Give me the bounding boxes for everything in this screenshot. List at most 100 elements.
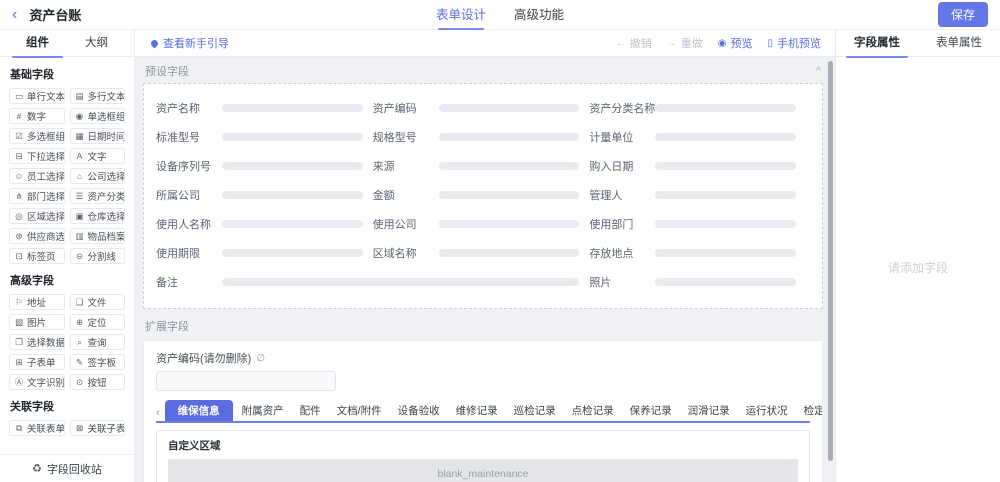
sidebar-item-radio-group[interactable]: ◉ 单选框组 <box>69 108 125 124</box>
extended-tab-1[interactable]: 附属资产 <box>235 400 291 421</box>
preview-button[interactable]: ◉ 预览 <box>718 35 753 51</box>
extended-tab-10[interactable]: 运行状况 <box>739 400 795 421</box>
sidebar-item-signature[interactable]: ✎ 签字板 <box>69 354 125 370</box>
sidebar-item-asset-category[interactable]: ☰ 资产分类 <box>69 188 125 204</box>
preset-section-header: 预设字段 ^ <box>143 61 823 83</box>
sidebar-item-single-line-text[interactable]: ▭ 单行文本 <box>9 88 65 104</box>
left-panel: 组件 大纲 基础字段 ▭ 单行文本 ▤ 多行文本 # 数字 ◉ 单选框组 ☑ 多选框组 ▦ 日期时间 ⊟ 下拉… <box>0 30 135 482</box>
preset-field[interactable]: 区域名称 <box>373 245 590 261</box>
field-placeholder-bar <box>222 132 363 141</box>
sidebar-item-subform[interactable]: ⊞ 子表单 <box>9 354 65 370</box>
asset-category-icon: ☰ <box>75 190 84 201</box>
extended-tab-8[interactable]: 保养记录 <box>623 400 679 421</box>
preset-field[interactable]: 来源 <box>373 158 590 174</box>
sidebar-item-ocr[interactable]: Ⓐ 文字识别 <box>9 374 65 390</box>
field-placeholder-bar <box>655 190 796 199</box>
preset-field[interactable]: 使用期限 <box>156 245 373 261</box>
sidebar-item-file[interactable]: ❏ 文件 <box>69 294 125 310</box>
preset-field[interactable]: 备注 <box>156 274 589 290</box>
preset-field[interactable]: 使用公司 <box>373 216 590 232</box>
collapse-icon[interactable]: ^ <box>816 66 821 77</box>
sidebar-item-multi-line-text[interactable]: ▤ 多行文本 <box>69 88 125 104</box>
extended-tab-7[interactable]: 点检记录 <box>565 400 621 421</box>
preset-field[interactable]: 计量单位 <box>589 129 806 145</box>
preset-field[interactable]: 设备序列号 <box>156 158 373 174</box>
properties-tabs: 字段属性 表单属性 <box>836 30 1000 58</box>
canvas-scrollbar[interactable] <box>828 61 833 461</box>
property-tab-1[interactable]: 表单属性 <box>918 30 1000 57</box>
preset-field[interactable]: 规格型号 <box>373 129 590 145</box>
extended-tab-9[interactable]: 润滑记录 <box>681 400 737 421</box>
multi-line-text-icon: ▤ <box>75 90 84 101</box>
radio-group-icon: ◉ <box>75 110 84 121</box>
blank-maintenance-placeholder[interactable]: blank_maintenance <box>168 459 798 482</box>
sidebar-item-warehouse-select[interactable]: ▣ 仓库选择 <box>69 208 125 224</box>
preset-field[interactable]: 金额 <box>373 187 590 203</box>
mobile-preview-button[interactable]: ▯ 手机预览 <box>767 35 821 51</box>
tab-page-icon: ⊡ <box>15 250 23 261</box>
undo-button[interactable]: ← 撤销 <box>616 35 652 51</box>
preset-field[interactable]: 资产编码 <box>373 100 590 116</box>
extended-tab-11[interactable]: 检定记录 <box>797 400 822 421</box>
preset-field[interactable]: 管理人 <box>589 187 806 203</box>
left-tab-1[interactable]: 大纲 <box>85 30 108 57</box>
sidebar-item-company-select[interactable]: ⌂ 公司选择 <box>69 168 125 184</box>
redo-button[interactable]: → 重做 <box>667 35 703 51</box>
preset-field[interactable]: 资产名称 <box>156 100 373 116</box>
sidebar-item-dropdown[interactable]: ⊟ 下拉选择框 <box>9 148 65 164</box>
preset-field[interactable]: 照片 <box>589 274 806 290</box>
preset-field[interactable]: 所属公司 <box>156 187 373 203</box>
preset-field[interactable]: 使用部门 <box>589 216 806 232</box>
topbar-tab-0[interactable]: 表单设计 <box>436 0 486 30</box>
sidebar-item-number[interactable]: # 数字 <box>9 108 65 124</box>
property-tab-0[interactable]: 字段属性 <box>836 30 918 58</box>
text-icon: A <box>76 151 83 161</box>
sidebar-item-link-subform[interactable]: ⊠关联子表单 <box>69 420 125 436</box>
sidebar-item-label: 定位 <box>87 318 107 329</box>
sidebar-item-tab-page[interactable]: ⊡ 标签页 <box>9 248 65 264</box>
sidebar-item-area-select[interactable]: ◎ 区域选择 <box>9 208 65 224</box>
field-placeholder-bar <box>222 248 363 257</box>
sidebar-item-label: 单行文本 <box>27 92 65 103</box>
sidebar-item-address[interactable]: ⚐ 地址 <box>9 294 65 310</box>
extended-tab-6[interactable]: 巡检记录 <box>507 400 563 421</box>
sidebar-item-image[interactable]: ▧ 图片 <box>9 314 65 330</box>
sidebar-item-location[interactable]: ⊕ 定位 <box>69 314 125 330</box>
save-button[interactable]: 保存 <box>937 2 988 27</box>
preset-field[interactable]: 购入日期 <box>589 158 806 174</box>
sidebar-item-divider[interactable]: ⊝ 分割线 <box>69 248 125 264</box>
extended-tab-2[interactable]: 配件 <box>293 400 328 421</box>
sidebar-item-link-form[interactable]: ⧉ 关联表单 <box>9 420 65 436</box>
sidebar-item-datetime[interactable]: ▦ 日期时间 <box>69 128 125 144</box>
sidebar-item-employee-select[interactable]: ☺ 员工选择 <box>9 168 65 184</box>
preset-field[interactable]: 使用人名称 <box>156 216 373 232</box>
extended-tab-5[interactable]: 维修记录 <box>449 400 505 421</box>
sidebar-item-search[interactable]: ⌕ 查询 <box>69 334 125 350</box>
asset-code-input[interactable] <box>156 371 336 391</box>
sidebar-item-text[interactable]: A 文字 <box>69 148 125 164</box>
preset-field-label: 资产分类名称 <box>589 102 656 115</box>
guide-link[interactable]: 查看新手引导 <box>149 35 229 51</box>
tab-prev-icon[interactable]: ‹ <box>156 407 163 421</box>
sidebar-item-label: 资产分类 <box>87 192 125 203</box>
preset-field[interactable]: 资产分类名称 <box>589 100 806 116</box>
topbar-tab-1[interactable]: 高级功能 <box>514 0 564 30</box>
sidebar-item-select-data[interactable]: ❐ 选择数据 <box>9 334 65 350</box>
extended-tab-4[interactable]: 设备验收 <box>391 400 447 421</box>
extended-tab-0[interactable]: 维保信息 <box>164 400 233 421</box>
field-placeholder-bar <box>438 190 580 199</box>
preset-field[interactable]: 存放地点 <box>589 245 806 261</box>
sidebar-item-department-select[interactable]: ⋔ 部门选择 <box>9 188 65 204</box>
sidebar-item-checkbox-group[interactable]: ☑ 多选框组 <box>9 128 65 144</box>
sidebar-item-item-archive[interactable]: ▥ 物品档案 <box>69 228 125 244</box>
field-recycle-bin-button[interactable]: ♻ 字段回收站 <box>0 454 134 482</box>
preset-field[interactable]: 标准型号 <box>156 129 373 145</box>
extended-tab-bar: ‹ 维保信息 附属资产 配件 文档/附件 设备验收 维修记录 巡检记录 点检记录 保养记录 润滑记录… <box>156 400 822 423</box>
back-icon[interactable]: ‹ <box>12 6 17 23</box>
sidebar-item-label: 文件 <box>87 298 107 309</box>
sidebar-item-button[interactable]: ⊙ 按钮 <box>69 374 125 390</box>
extended-tab-3[interactable]: 文档/附件 <box>330 400 389 421</box>
preset-field-label: 使用部门 <box>589 218 634 231</box>
sidebar-item-supplier-select[interactable]: ⊛ 供应商选择 <box>9 228 65 244</box>
left-tab-0[interactable]: 组件 <box>12 30 63 58</box>
